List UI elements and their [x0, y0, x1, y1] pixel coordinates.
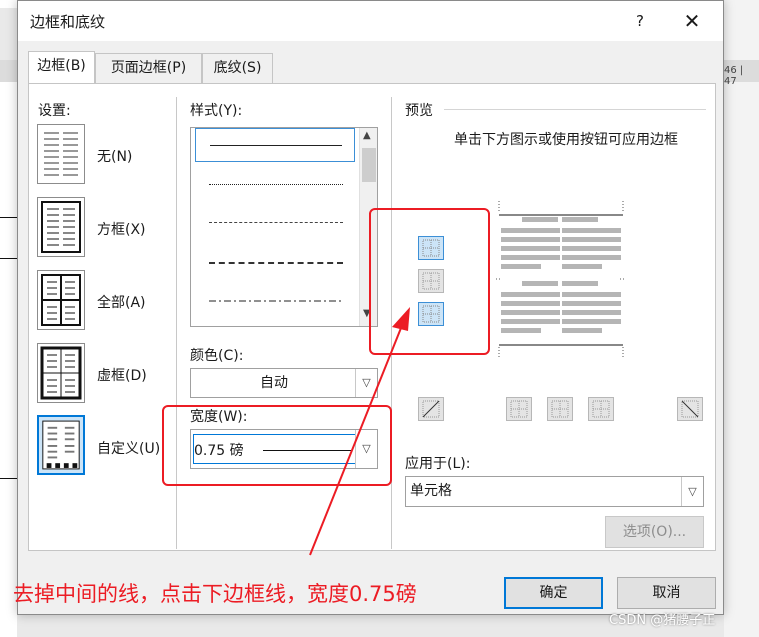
cancel-button[interactable]: 取消: [617, 577, 716, 609]
line-style-dashed-fine[interactable]: [195, 206, 355, 240]
background-table-line: [0, 478, 17, 479]
background-ruler-numbers: 46 | 47: [724, 60, 759, 87]
preview-hint: 单击下方图示或使用按钮可应用边框: [454, 132, 678, 148]
background-table-line: [0, 258, 17, 259]
background-table-line: [0, 217, 17, 218]
tab-borders[interactable]: 边框(B): [28, 51, 95, 84]
setting-custom-icon: [42, 420, 80, 470]
left-border-button[interactable]: [506, 397, 532, 421]
title-bar: 边框和底纹 ? ✕: [18, 1, 723, 41]
tab-shading[interactable]: 底纹(S): [202, 53, 273, 83]
dialog-title: 边框和底纹: [30, 13, 106, 31]
annotation-arrow: [309, 307, 410, 556]
chevron-down-icon[interactable]: ▽: [681, 477, 703, 506]
setting-all-thumbnail[interactable]: [37, 270, 85, 330]
dash-dot-line-icon: [209, 300, 343, 302]
watermark: CSDN @猪腰子正: [609, 613, 716, 628]
scroll-up-icon[interactable]: ▲: [363, 130, 371, 141]
diagonal-up-border-button[interactable]: [418, 397, 444, 421]
color-label: 颜色(C):: [190, 348, 244, 364]
diagonal-up-icon: [422, 400, 440, 418]
inside-vertical-border-button[interactable]: [547, 397, 573, 421]
setting-custom-thumbnail[interactable]: [37, 415, 85, 475]
setting-none-label[interactable]: 无(N): [97, 146, 132, 166]
scroll-thumb[interactable]: [362, 148, 376, 182]
setting-custom-label[interactable]: 自定义(U): [97, 438, 160, 458]
line-style-list[interactable]: ▲ ▼: [190, 127, 378, 327]
diagonal-down-border-button[interactable]: [677, 397, 703, 421]
setting-box-thumbnail[interactable]: [37, 197, 85, 257]
setting-none-icon: [44, 132, 78, 176]
setting-box-icon: [41, 201, 81, 253]
preview-canvas[interactable]: [496, 201, 626, 361]
ok-button[interactable]: 确定: [504, 577, 603, 609]
setting-all-icon: [41, 274, 81, 326]
background-document: [0, 82, 17, 637]
line-style-dotted[interactable]: [195, 168, 355, 202]
setting-all-label[interactable]: 全部(A): [97, 292, 146, 312]
close-button[interactable]: ✕: [678, 9, 706, 33]
border-inside-vertical-icon: [551, 400, 569, 418]
background-document-right: [724, 0, 759, 637]
preview-table-diagram: [496, 201, 626, 359]
preview-header: 预览: [405, 103, 433, 119]
tab-page-border[interactable]: 页面边框(P): [95, 53, 202, 83]
line-style-solid[interactable]: [195, 128, 355, 162]
help-button[interactable]: ?: [628, 9, 652, 33]
setting-grid-label[interactable]: 虚框(D): [97, 365, 147, 385]
setting-none-thumbnail[interactable]: [37, 124, 85, 184]
annotation-text: 去掉中间的线，点击下边框线，宽度0.75磅: [13, 582, 417, 606]
line-style-dashed[interactable]: [195, 246, 355, 280]
border-left-icon: [510, 400, 528, 418]
diagonal-down-icon: [681, 400, 699, 418]
apply-to-dropdown[interactable]: 单元格 ▽: [405, 476, 704, 507]
settings-header: 设置:: [38, 103, 71, 119]
setting-box-label[interactable]: 方框(X): [97, 219, 146, 239]
setting-grid-icon: [40, 346, 82, 400]
options-button[interactable]: 选项(O)...: [605, 516, 704, 548]
setting-grid-thumbnail[interactable]: [37, 343, 85, 403]
style-header: 样式(Y):: [190, 103, 243, 119]
border-right-icon: [592, 400, 610, 418]
right-border-button[interactable]: [588, 397, 614, 421]
preview-header-rule: [444, 109, 706, 110]
